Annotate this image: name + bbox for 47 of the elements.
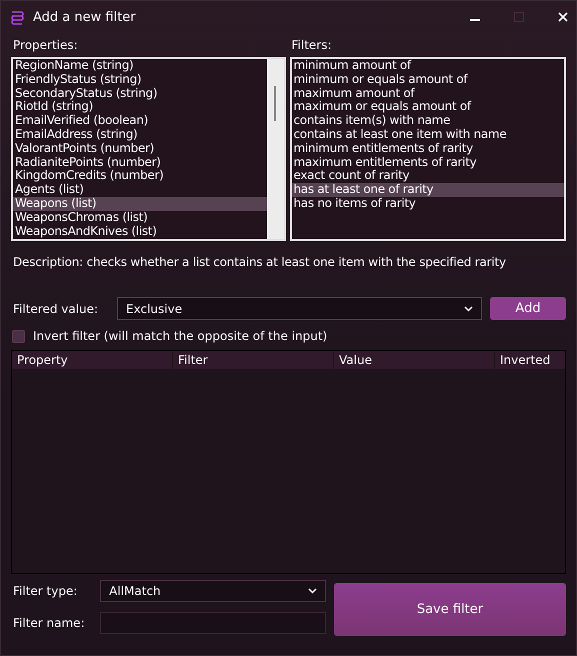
list-item[interactable]: RiotId (string) bbox=[13, 100, 266, 114]
list-item[interactable]: minimum or equals amount of bbox=[292, 72, 564, 87]
filtered-value-dropdown[interactable]: Exclusive bbox=[117, 297, 482, 320]
column-header[interactable]: Property bbox=[12, 351, 173, 369]
list-item[interactable]: Weapons (list) bbox=[13, 196, 266, 211]
column-header[interactable]: Filter bbox=[173, 351, 334, 369]
list-item[interactable]: SecondaryStatus (string) bbox=[13, 86, 266, 100]
filter-type-label: Filter type: bbox=[13, 584, 78, 598]
list-item[interactable]: EmailVerified (boolean) bbox=[13, 114, 266, 128]
filter-type-dropdown[interactable]: AllMatch bbox=[100, 580, 326, 602]
chevron-icon bbox=[308, 588, 317, 594]
list-item[interactable]: has at least one of rarity bbox=[292, 183, 564, 197]
add-button[interactable]: Add bbox=[490, 297, 566, 320]
properties-label: Properties: bbox=[13, 37, 79, 54]
list-item[interactable]: RadianitePoints (number) bbox=[13, 156, 266, 170]
list-item[interactable]: EmailAddress (string) bbox=[13, 128, 266, 142]
filter-name-field[interactable] bbox=[100, 612, 326, 634]
list-item[interactable]: ValorantPoints (number) bbox=[13, 142, 266, 156]
list-item[interactable]: contains at least one item with name bbox=[292, 128, 564, 142]
list-item[interactable]: maximum entitlements of rarity bbox=[292, 156, 564, 170]
description-text: Description: checks whether a list contains at least one item with the specified rarity bbox=[13, 255, 507, 269]
list-item[interactable]: maximum amount of bbox=[292, 86, 564, 100]
column-header[interactable]: Value bbox=[334, 351, 495, 369]
close-icon[interactable] bbox=[558, 12, 568, 22]
app-logo-icon bbox=[9, 9, 25, 25]
filters-label: Filters: bbox=[292, 37, 333, 54]
chevron-icon bbox=[464, 306, 473, 312]
scrollbar[interactable] bbox=[266, 59, 284, 239]
list-item[interactable]: WeaponsChromas (list) bbox=[13, 210, 266, 225]
filter-name-label: Filter name: bbox=[13, 616, 86, 630]
invert-label: Invert filter (will match the opposite of the input) bbox=[33, 329, 328, 343]
save-filter-button[interactable]: Save filter bbox=[334, 583, 566, 636]
list-item[interactable]: Agents (list) bbox=[13, 183, 266, 197]
list-item[interactable]: KingdomCredits (number) bbox=[13, 169, 266, 184]
list-item[interactable]: contains item(s) with name bbox=[292, 114, 564, 128]
list-item[interactable]: exact count of rarity bbox=[292, 169, 564, 184]
list-item[interactable]: FriendlyStatus (string) bbox=[13, 72, 266, 87]
list-item[interactable]: maximum or equals amount of bbox=[292, 100, 564, 114]
list-item[interactable]: minimum amount of bbox=[292, 59, 564, 73]
column-header[interactable]: Inverted bbox=[495, 351, 565, 369]
window-title: Add a new filter bbox=[33, 10, 136, 24]
invert-checkbox[interactable] bbox=[12, 330, 25, 342]
list-item[interactable]: has no items of rarity bbox=[292, 196, 564, 211]
filtered-value-label: Filtered value: bbox=[13, 302, 100, 316]
list-item[interactable]: RegionName (string) bbox=[13, 59, 266, 73]
list-item[interactable]: WeaponsAndKnives (list) bbox=[13, 224, 266, 238]
list-item[interactable]: minimum entitlements of rarity bbox=[292, 142, 564, 156]
